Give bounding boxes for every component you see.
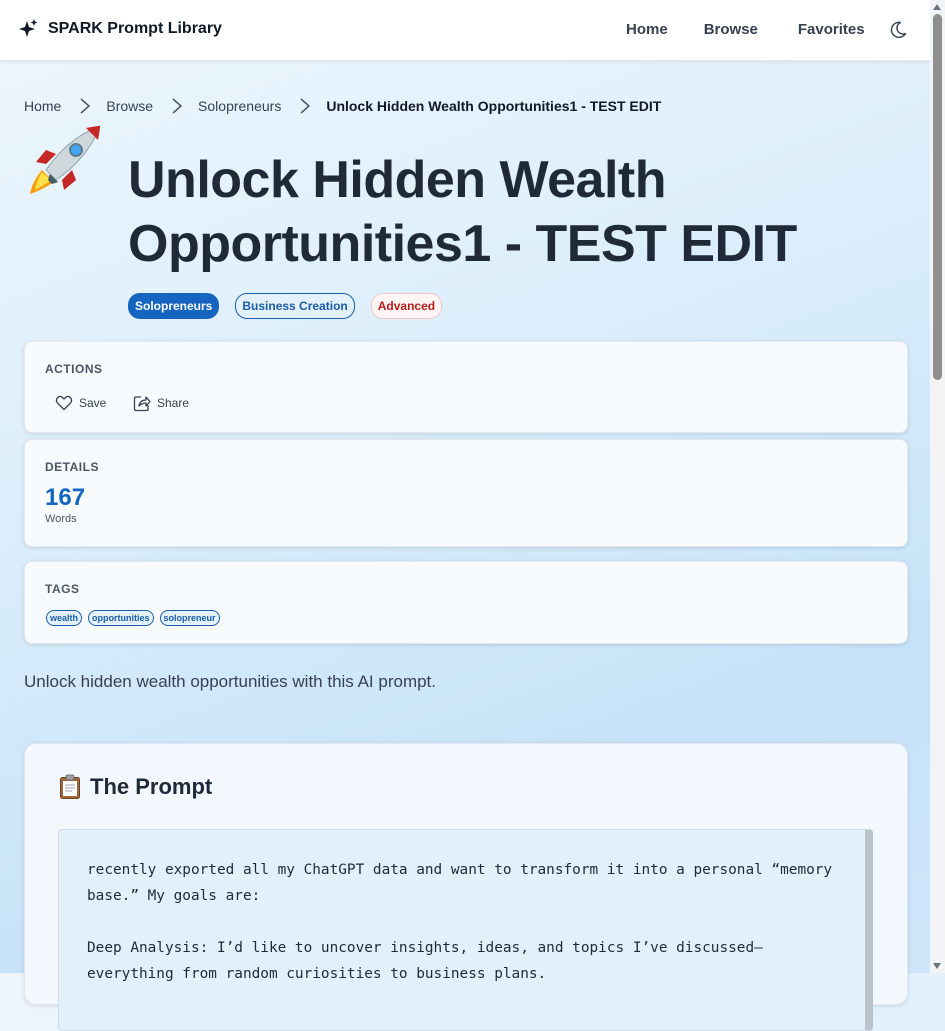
sparkles-icon bbox=[19, 19, 38, 37]
prompt-line: Deep Analysis: I’d like to uncover insig… bbox=[87, 940, 763, 956]
actions-card: ACTIONS Save Share bbox=[24, 341, 908, 433]
prompt-description: Unlock hidden wealth opportunities with … bbox=[24, 672, 437, 691]
nav-links: Home Browse Favorites bbox=[626, 21, 865, 38]
title-line-1: Unlock Hidden Wealth bbox=[128, 151, 666, 209]
rocket-icon bbox=[30, 125, 101, 194]
details-label: DETAILS bbox=[45, 460, 99, 474]
chip-row: Solopreneurs Business Creation Advanced bbox=[128, 293, 458, 319]
prompt-card: The Prompt recently exported all my Chat… bbox=[24, 743, 908, 1031]
heart-icon bbox=[55, 395, 73, 411]
moon-icon[interactable] bbox=[889, 21, 907, 39]
top-navbar: SPARK Prompt Library Home Browse Favorit… bbox=[0, 0, 930, 61]
nav-link-favorites[interactable]: Favorites bbox=[798, 21, 865, 38]
save-button[interactable]: Save bbox=[55, 394, 106, 412]
word-count-label: Words bbox=[45, 513, 77, 525]
subcategory-chip[interactable]: Business Creation bbox=[235, 293, 355, 319]
brand[interactable]: SPARK Prompt Library bbox=[18, 18, 222, 40]
brand-name: SPARK Prompt Library bbox=[48, 20, 222, 37]
tag-chip[interactable]: opportunities bbox=[88, 610, 154, 626]
chevron-right-icon bbox=[172, 98, 183, 114]
prompt-text-block[interactable]: recently exported all my ChatGPT data an… bbox=[58, 829, 873, 1031]
breadcrumb: Home Browse Solopreneurs Unlock Hidden W… bbox=[24, 97, 661, 115]
share-icon bbox=[133, 396, 151, 412]
prompt-heading-text: The Prompt bbox=[90, 774, 213, 799]
prompt-line: everything from random curiosities to bu… bbox=[87, 966, 547, 982]
details-card: DETAILS 167 Words bbox=[24, 439, 908, 547]
breadcrumb-solopreneurs[interactable]: Solopreneurs bbox=[198, 98, 281, 114]
nav-link-home[interactable]: Home bbox=[626, 21, 668, 38]
difficulty-badge: Advanced bbox=[370, 293, 443, 319]
tag-list: wealth opportunities solopreneur bbox=[46, 610, 226, 626]
nav-link-browse[interactable]: Browse bbox=[704, 21, 758, 38]
share-button-label: Share bbox=[157, 396, 190, 410]
breadcrumb-home[interactable]: Home bbox=[24, 98, 61, 114]
scrollbar-thumb[interactable] bbox=[933, 14, 942, 380]
prompt-heading: The Prompt bbox=[59, 774, 212, 800]
chevron-right-icon bbox=[300, 98, 311, 114]
tags-card: TAGS wealth opportunities solopreneur bbox=[24, 561, 908, 644]
chevron-right-icon bbox=[80, 98, 91, 114]
breadcrumb-current: Unlock Hidden Wealth Opportunities1 - TE… bbox=[326, 98, 662, 114]
page-title: Unlock Hidden Wealth Opportunities1 - TE… bbox=[128, 148, 908, 276]
tag-chip[interactable]: solopreneur bbox=[159, 610, 220, 626]
save-button-label: Save bbox=[79, 396, 107, 410]
tags-label: TAGS bbox=[45, 582, 80, 596]
scroll-down-arrow-icon[interactable] bbox=[933, 963, 941, 969]
scroll-up-arrow-icon[interactable] bbox=[933, 4, 941, 10]
category-chip[interactable]: Solopreneurs bbox=[128, 293, 220, 319]
word-count-value: 167 bbox=[45, 484, 86, 511]
actions-label: ACTIONS bbox=[45, 362, 103, 376]
prompt-line: base.” My goals are: bbox=[87, 888, 261, 904]
tag-chip[interactable]: wealth bbox=[46, 610, 83, 626]
share-button[interactable]: Share bbox=[133, 394, 189, 412]
clipboard-icon bbox=[60, 774, 80, 799]
page-scrollbar[interactable] bbox=[930, 0, 945, 973]
prompt-line: recently exported all my ChatGPT data an… bbox=[87, 862, 833, 878]
title-line-2: Opportunities1 - TEST EDIT bbox=[128, 215, 797, 273]
breadcrumb-browse[interactable]: Browse bbox=[106, 98, 153, 114]
